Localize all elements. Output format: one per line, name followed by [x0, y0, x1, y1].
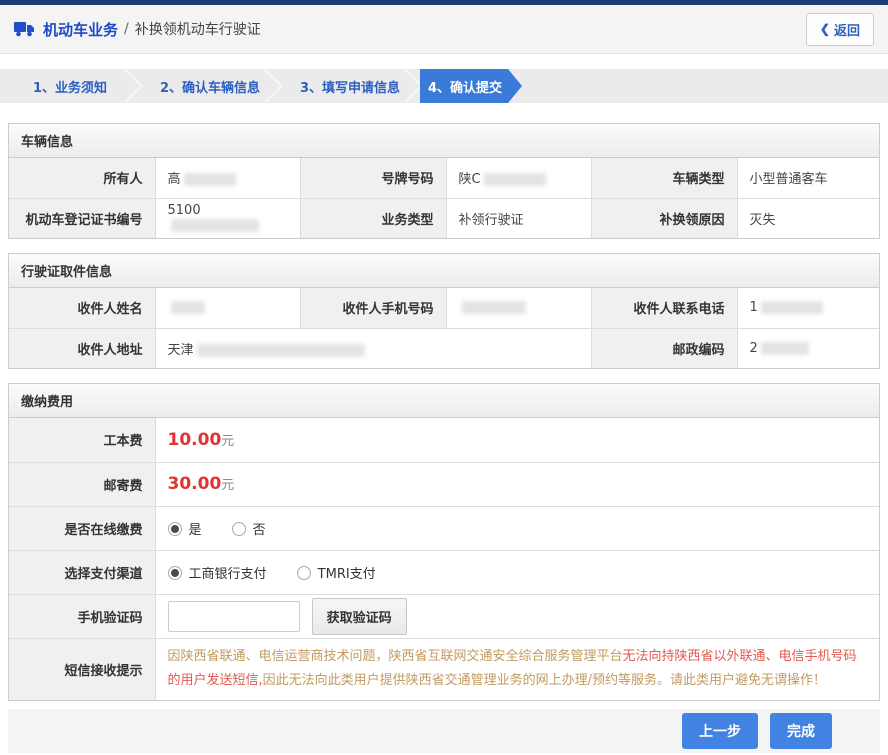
vehicle-info-table: 所有人 高 号牌号码 陕C 车辆类型 小型普通客车 机动车登记证书编号 5100…	[9, 158, 879, 238]
pay-channel-tmri-option[interactable]: TMRI支付	[297, 567, 376, 582]
page-title: 机动车业务	[43, 19, 118, 40]
section-fees: 缴纳费用 工本费 10.00元 邮寄费 30.00元 是否在线缴费 是 否 选择…	[8, 383, 880, 701]
sms-notice-part1: 因陕西省联通、电信运营商技术问题，陕西省互联网交通安全综合服务管理平台	[168, 649, 623, 664]
zip-value: 2	[737, 328, 879, 368]
tab-step-4-active[interactable]: 4、确认提交	[420, 69, 522, 103]
workfee-label: 工本费	[9, 418, 155, 462]
vehicle-type-label: 车辆类型	[591, 158, 737, 198]
redacted-value	[761, 342, 809, 355]
truck-icon	[14, 21, 35, 37]
back-button-label: 返回	[834, 20, 860, 39]
owner-label: 所有人	[9, 158, 155, 198]
regno-label: 机动车登记证书编号	[9, 198, 155, 238]
vehicle-type-value: 小型普通客车	[737, 158, 879, 198]
section-pickup-info: 行驶证取件信息 收件人姓名 收件人手机号码 收件人联系电话 1 收件人地址 天津…	[8, 253, 880, 369]
plate-value: 陕C	[446, 158, 591, 198]
recipient-mobile-label: 收件人手机号码	[300, 288, 446, 328]
page-subtitle: 补换领机动车行驶证	[135, 19, 261, 39]
breadcrumb-separator: /	[124, 21, 129, 37]
online-pay-no-label: 否	[253, 523, 266, 538]
redacted-value	[171, 301, 205, 314]
pickup-info-table: 收件人姓名 收件人手机号码 收件人联系电话 1 收件人地址 天津 邮政编码 2	[9, 288, 879, 368]
captcha-label: 手机验证码	[9, 594, 155, 638]
redacted-value	[171, 219, 259, 232]
regno-value: 5100	[155, 198, 300, 238]
back-chevron-icon: ❮	[820, 22, 830, 36]
captcha-input[interactable]	[168, 601, 300, 632]
online-pay-label: 是否在线缴费	[9, 506, 155, 550]
redacted-value	[462, 301, 526, 314]
app-header: 机动车业务 / 补换领机动车行驶证 ❮ 返回	[0, 5, 888, 54]
workfee-value: 10.00元	[155, 418, 879, 462]
recipient-name-value	[155, 288, 300, 328]
sms-notice-text: 因陕西省联通、电信运营商技术问题，陕西省互联网交通安全综合服务管理平台无法向持陕…	[155, 638, 879, 700]
recipient-phone-value: 1	[737, 288, 879, 328]
tab-step-1[interactable]: 1、业务须知	[0, 69, 140, 103]
pay-channel-options: 工商银行支付 TMRI支付	[155, 550, 879, 594]
pay-channel-tmri-label: TMRI支付	[318, 567, 376, 582]
get-captcha-button[interactable]: 获取验证码	[312, 598, 407, 635]
step-tabs: 1、业务须知 2、确认车辆信息 3、填写申请信息 4、确认提交	[0, 69, 888, 103]
workfee-amount: 10.00	[168, 430, 222, 450]
reason-value: 灭失	[737, 198, 879, 238]
recipient-phone-label: 收件人联系电话	[591, 288, 737, 328]
section-vehicle-info: 车辆信息 所有人 高 号牌号码 陕C 车辆类型 小型普通客车 机动车登记证书编号…	[8, 123, 880, 239]
radio-unchecked-icon[interactable]	[232, 522, 246, 536]
recipient-name-label: 收件人姓名	[9, 288, 155, 328]
tab-step-2[interactable]: 2、确认车辆信息	[140, 69, 280, 103]
redacted-value	[484, 173, 546, 186]
postfee-amount: 30.00	[168, 474, 222, 494]
vehicle-section-title: 车辆信息	[9, 124, 879, 158]
redacted-value	[761, 301, 823, 314]
finish-button[interactable]: 完成	[770, 713, 832, 749]
pay-channel-icbc-label: 工商银行支付	[189, 567, 267, 582]
postfee-value: 30.00元	[155, 462, 879, 506]
recipient-address-value: 天津	[155, 328, 591, 368]
postfee-label: 邮寄费	[9, 462, 155, 506]
redacted-value	[197, 344, 365, 357]
biztype-value: 补领行驶证	[446, 198, 591, 238]
radio-unchecked-icon[interactable]	[297, 566, 311, 580]
pay-channel-icbc-option[interactable]: 工商银行支付	[168, 567, 267, 582]
captcha-field-area: 获取验证码	[155, 594, 879, 638]
pickup-section-title: 行驶证取件信息	[9, 254, 879, 288]
owner-value: 高	[155, 158, 300, 198]
fees-section-title: 缴纳费用	[9, 384, 879, 418]
radio-checked-icon[interactable]	[168, 522, 182, 536]
online-pay-yes-option[interactable]: 是	[168, 523, 202, 538]
workfee-unit: 元	[221, 434, 234, 449]
sms-notice-label: 短信接收提示	[9, 638, 155, 700]
online-pay-no-option[interactable]: 否	[232, 523, 266, 538]
online-pay-options: 是 否	[155, 506, 879, 550]
recipient-address-label: 收件人地址	[9, 328, 155, 368]
fees-table: 工本费 10.00元 邮寄费 30.00元 是否在线缴费 是 否 选择支付渠道 …	[9, 418, 879, 700]
pay-channel-label: 选择支付渠道	[9, 550, 155, 594]
radio-checked-icon[interactable]	[168, 566, 182, 580]
zip-label: 邮政编码	[591, 328, 737, 368]
plate-label: 号牌号码	[300, 158, 446, 198]
footer-action-bar: 上一步 完成	[8, 709, 880, 753]
previous-step-button[interactable]: 上一步	[682, 713, 758, 749]
reason-label: 补换领原因	[591, 198, 737, 238]
redacted-value	[184, 173, 236, 186]
biztype-label: 业务类型	[300, 198, 446, 238]
back-button[interactable]: ❮ 返回	[806, 13, 874, 46]
online-pay-yes-label: 是	[189, 523, 202, 538]
tab-step-3[interactable]: 3、填写申请信息	[280, 69, 420, 103]
sms-notice-part3: 因此无法向此类用户提供陕西省交通管理业务的网上办理/预约等服务。请此类用户避免无…	[263, 673, 826, 688]
recipient-mobile-value	[446, 288, 591, 328]
postfee-unit: 元	[221, 478, 234, 493]
